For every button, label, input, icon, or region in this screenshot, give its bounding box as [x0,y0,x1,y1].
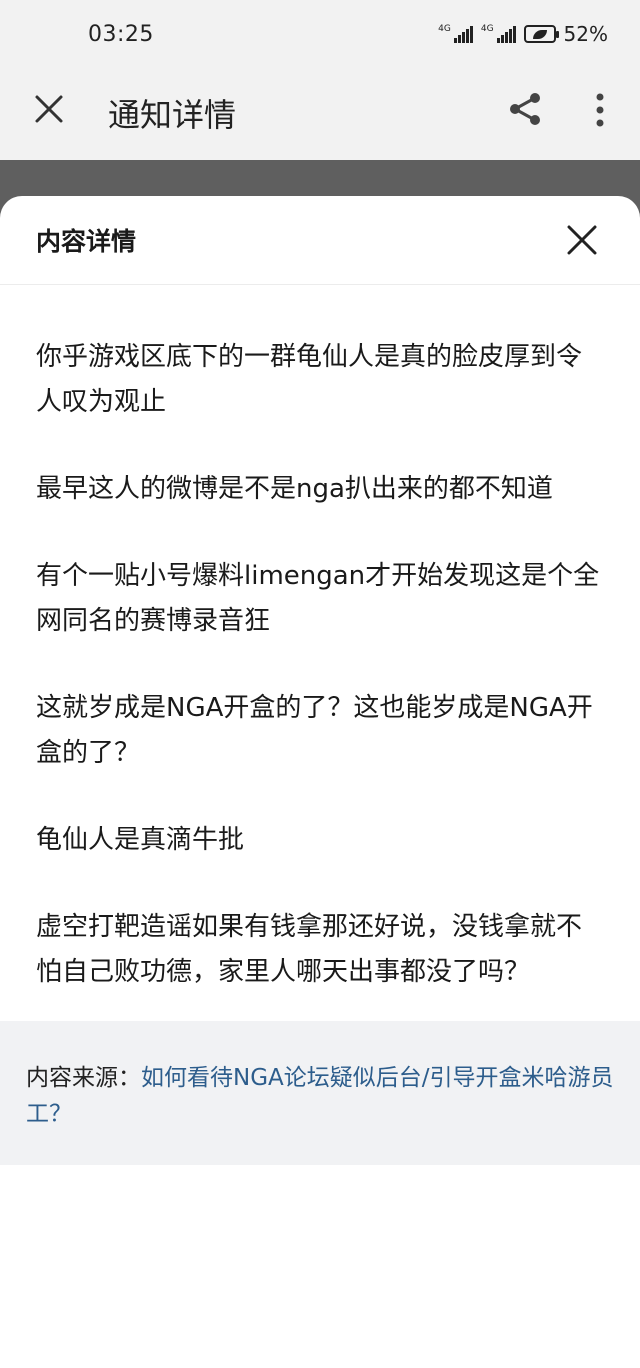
network-type-label: 4G [480,24,494,34]
close-icon[interactable] [566,224,598,256]
network-type-label: 4G [438,24,451,34]
battery-percent: 52% [563,22,608,46]
content-paragraph: 龟仙人是真滴牛批 [36,825,245,855]
share-icon[interactable] [506,90,544,128]
content-paragraph: 最早这人的微博是不是nga扒出来的都不知道 [36,474,553,504]
cellular-signal-icon: 4G [438,25,473,43]
sheet-title: 内容详情 [36,227,137,256]
status-time: 03:25 [88,22,154,47]
content-paragraph: 这就岁成是NGA开盒的了？这也能岁成是NGA开盒的了？ [36,693,593,768]
app-bar: 通知详情 [0,60,640,160]
content-paragraph: 你乎游戏区底下的一群龟仙人是真的脸皮厚到令人叹为观止 [36,342,583,417]
sheet-header: 内容详情 [0,196,640,285]
status-bar: 03:25 4G 4G 52% [0,0,640,60]
page-title: 通知详情 [108,96,237,134]
more-vert-icon[interactable] [586,92,614,128]
status-icons: 4G 4G 52% [438,22,608,46]
content-body: 你乎游戏区底下的一群龟仙人是真的脸皮厚到令人叹为观止 最早这人的微博是不是nga… [0,285,640,1021]
battery-icon [523,25,559,43]
content-source: 内容来源：如何看待NGA论坛疑似后台/引导开盒米哈游员工？ [0,1021,640,1165]
content-paragraph: 有个一贴小号爆料limengan才开始发现这是个全网同名的赛博录音狂 [36,561,600,636]
cellular-signal-icon: 4G [481,25,516,43]
close-icon[interactable] [34,94,64,124]
content-detail-sheet: 内容详情 你乎游戏区底下的一群龟仙人是真的脸皮厚到令人叹为观止 最早这人的微博是… [0,196,640,1368]
content-paragraph: 虚空打靶造谣如果有钱拿那还好说，没钱拿就不怕自己败功德，家里人哪天出事都没了吗？ [36,912,583,987]
source-label: 内容来源： [26,1065,141,1091]
